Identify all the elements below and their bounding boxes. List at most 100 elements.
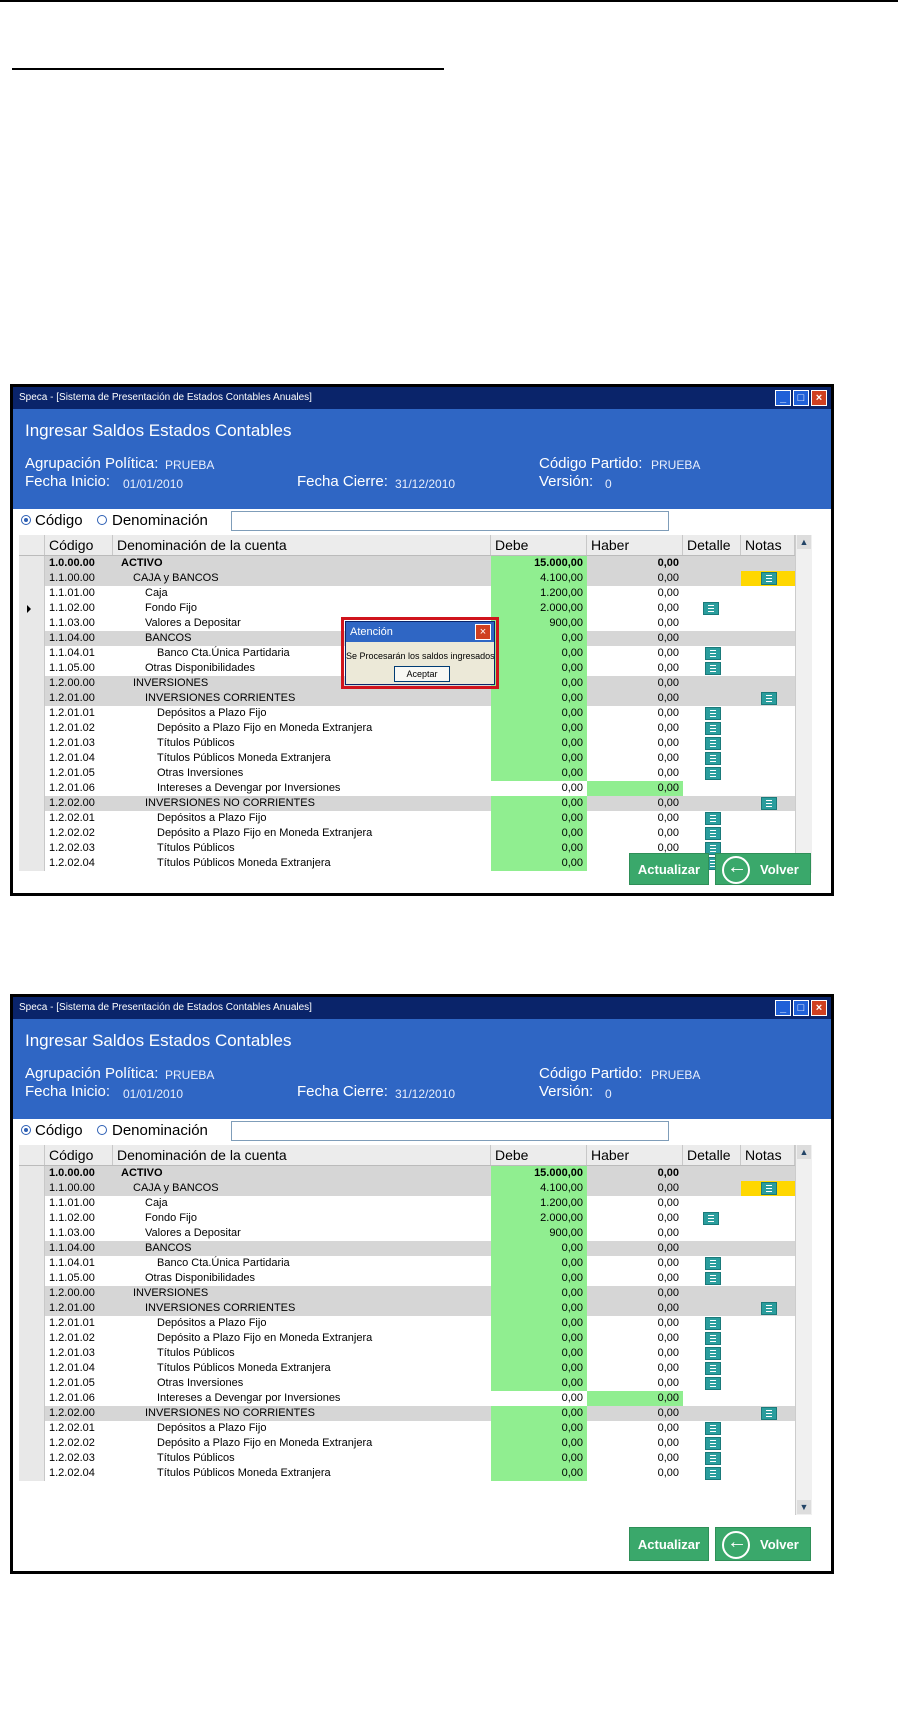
row-selector[interactable] <box>19 1421 45 1436</box>
cell-haber[interactable]: 0,00 <box>587 811 683 826</box>
cell-haber[interactable]: 0,00 <box>587 1376 683 1391</box>
radio-denominacion[interactable] <box>97 1125 107 1135</box>
notas-notepad-icon[interactable] <box>761 692 777 705</box>
row-selector[interactable] <box>19 1211 45 1226</box>
col-denominacion[interactable]: Denominación de la cuenta <box>113 535 491 555</box>
row-selector[interactable] <box>19 556 45 571</box>
row-selector[interactable] <box>19 1346 45 1361</box>
cell-haber[interactable]: 0,00 <box>587 1346 683 1361</box>
row-selector[interactable] <box>19 1241 45 1256</box>
cell-haber[interactable]: 0,00 <box>587 1286 683 1301</box>
cell-debe[interactable]: 0,00 <box>491 1436 587 1451</box>
cell-debe[interactable]: 0,00 <box>491 1286 587 1301</box>
detalle-notepad-icon[interactable] <box>705 827 721 840</box>
table-row[interactable]: 1.1.02.00 Fondo Fijo 2.000,00 0,00 <box>19 1211 795 1226</box>
actualizar-button[interactable]: Actualizar <box>629 1527 709 1561</box>
cell-debe[interactable]: 0,00 <box>491 1466 587 1481</box>
col-debe[interactable]: Debe <box>491 535 587 555</box>
cell-debe[interactable]: 0,00 <box>491 1421 587 1436</box>
table-row[interactable]: 1.2.02.02 Depósito a Plazo Fijo en Moneda… <box>19 826 795 841</box>
cell-haber[interactable]: 0,00 <box>587 1316 683 1331</box>
maximize-icon[interactable]: □ <box>793 1000 809 1016</box>
table-row[interactable]: 1.1.00.00 CAJA y BANCOS 4.100,00 0,00 <box>19 571 795 586</box>
radio-denominacion[interactable] <box>97 515 107 525</box>
row-selector[interactable] <box>19 1361 45 1376</box>
detalle-notepad-icon[interactable] <box>705 1347 721 1360</box>
row-selector[interactable] <box>19 676 45 691</box>
cell-debe[interactable]: 0,00 <box>491 646 587 661</box>
cell-haber[interactable]: 0,00 <box>587 1466 683 1481</box>
detalle-notepad-icon[interactable] <box>705 722 721 735</box>
cell-haber[interactable]: 0,00 <box>587 691 683 706</box>
row-selector[interactable] <box>19 1226 45 1241</box>
table-row[interactable]: 1.1.01.00 Caja 1.200,00 0,00 <box>19 586 795 601</box>
cell-debe[interactable]: 15.000,00 <box>491 556 587 571</box>
row-selector[interactable] <box>19 616 45 631</box>
row-selector[interactable] <box>19 1301 45 1316</box>
detalle-notepad-icon[interactable] <box>703 1212 719 1225</box>
radio-codigo[interactable] <box>21 1125 31 1135</box>
col-denominacion[interactable]: Denominación de la cuenta <box>113 1145 491 1165</box>
col-detalle[interactable]: Detalle <box>683 1145 741 1165</box>
cell-haber[interactable]: 0,00 <box>587 1436 683 1451</box>
detalle-notepad-icon[interactable] <box>705 737 721 750</box>
volver-button[interactable]: Volver <box>715 1527 811 1561</box>
cell-haber[interactable]: 0,00 <box>587 1196 683 1211</box>
table-row[interactable]: 1.2.00.00 INVERSIONES 0,00 0,00 <box>19 1286 795 1301</box>
radio-codigo[interactable] <box>21 515 31 525</box>
row-selector[interactable] <box>19 736 45 751</box>
table-row[interactable]: 1.2.01.05 Otras Inversiones 0,00 0,00 <box>19 766 795 781</box>
vertical-scrollbar[interactable]: ▲ ▼ <box>795 535 812 873</box>
table-row[interactable]: 1.0.00.00 ACTIVO 15.000,00 0,00 <box>19 1166 795 1181</box>
cell-debe[interactable]: 0,00 <box>491 706 587 721</box>
table-row[interactable]: 1.2.01.04 Títulos Públicos Moneda Extranj… <box>19 751 795 766</box>
cell-haber[interactable]: 0,00 <box>587 601 683 616</box>
table-row[interactable]: 1.2.02.03 Títulos Públicos 0,00 0,00 <box>19 1451 795 1466</box>
detalle-notepad-icon[interactable] <box>705 1452 721 1465</box>
detalle-notepad-icon[interactable] <box>705 812 721 825</box>
cell-debe[interactable]: 0,00 <box>491 826 587 841</box>
row-selector[interactable] <box>19 1181 45 1196</box>
row-selector[interactable] <box>19 1316 45 1331</box>
table-row[interactable]: 1.2.01.03 Títulos Públicos 0,00 0,00 <box>19 736 795 751</box>
cell-haber[interactable]: 0,00 <box>587 1421 683 1436</box>
table-row[interactable]: 1.2.01.02 Depósito a Plazo Fijo en Moneda… <box>19 1331 795 1346</box>
cell-debe[interactable]: 0,00 <box>491 766 587 781</box>
row-selector[interactable] <box>19 826 45 841</box>
table-row[interactable]: 1.2.01.05 Otras Inversiones 0,00 0,00 <box>19 1376 795 1391</box>
minimize-icon[interactable]: _ <box>775 390 791 406</box>
cell-debe[interactable]: 900,00 <box>491 616 587 631</box>
cell-debe[interactable]: 0,00 <box>491 1256 587 1271</box>
search-input[interactable] <box>231 1121 669 1141</box>
cell-haber[interactable]: 0,00 <box>587 721 683 736</box>
cell-haber[interactable]: 0,00 <box>587 616 683 631</box>
vertical-scrollbar[interactable]: ▲ ▼ <box>795 1145 812 1515</box>
row-selector[interactable] <box>19 1286 45 1301</box>
cell-debe[interactable]: 1.200,00 <box>491 1196 587 1211</box>
col-codigo[interactable]: Código <box>45 535 113 555</box>
table-row[interactable]: 1.2.01.04 Títulos Públicos Moneda Extranj… <box>19 1361 795 1376</box>
detalle-notepad-icon[interactable] <box>705 647 721 660</box>
close-icon[interactable]: × <box>811 1000 827 1016</box>
notas-notepad-icon[interactable] <box>761 1407 777 1420</box>
detalle-notepad-icon[interactable] <box>705 1362 721 1375</box>
row-selector[interactable] <box>19 1466 45 1481</box>
cell-haber[interactable]: 0,00 <box>587 1256 683 1271</box>
cell-debe[interactable]: 0,00 <box>491 796 587 811</box>
table-row[interactable]: 1.2.01.03 Títulos Públicos 0,00 0,00 <box>19 1346 795 1361</box>
detalle-notepad-icon[interactable] <box>705 1422 721 1435</box>
row-selector[interactable] <box>19 721 45 736</box>
row-selector[interactable] <box>19 601 45 616</box>
row-selector[interactable] <box>19 1271 45 1286</box>
notas-notepad-icon[interactable] <box>761 1182 777 1195</box>
row-selector[interactable] <box>19 706 45 721</box>
cell-debe[interactable]: 4.100,00 <box>491 1181 587 1196</box>
minimize-icon[interactable]: _ <box>775 1000 791 1016</box>
cell-haber[interactable]: 0,00 <box>587 631 683 646</box>
col-haber[interactable]: Haber <box>587 535 683 555</box>
cell-debe[interactable]: 0,00 <box>491 1346 587 1361</box>
detalle-notepad-icon[interactable] <box>705 707 721 720</box>
cell-haber[interactable]: 0,00 <box>587 1241 683 1256</box>
volver-button[interactable]: Volver <box>715 853 811 885</box>
cell-haber[interactable]: 0,00 <box>587 1406 683 1421</box>
